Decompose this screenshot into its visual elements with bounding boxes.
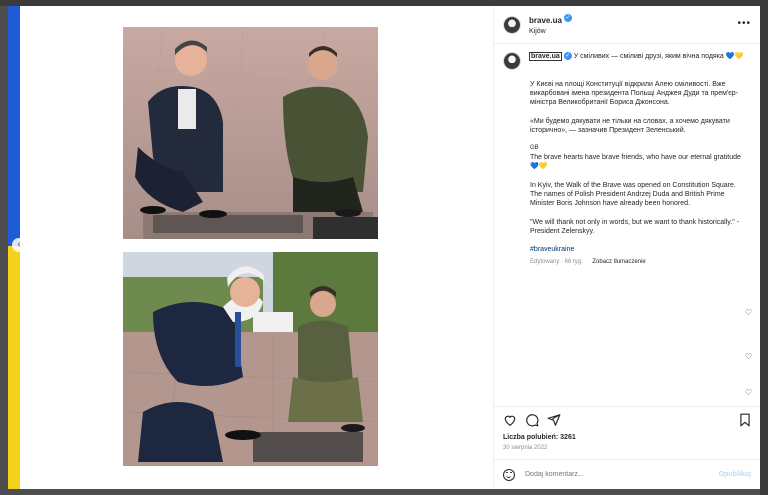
more-options-icon[interactable]: ••• bbox=[737, 18, 751, 29]
caption-paragraph-en-1: The brave hearts have brave friends, who… bbox=[530, 154, 741, 170]
caption-lang-tag: GB bbox=[530, 145, 539, 151]
emoji-smiley-icon[interactable] bbox=[503, 468, 515, 481]
caption-avatar[interactable] bbox=[503, 52, 521, 70]
caption-paragraph-ua-1: У Києві на площі Конституції відкрили Ал… bbox=[530, 81, 739, 106]
caption-paragraph-en-2: In Kyiv, the Walk of the Brave was opene… bbox=[530, 182, 736, 207]
hashtag-link[interactable]: #braveukraine bbox=[530, 246, 751, 253]
post-media bbox=[20, 6, 493, 489]
post-comment-button[interactable]: Opublikuj bbox=[719, 471, 751, 478]
see-translation-link[interactable]: Zobacz tłumaczenie bbox=[592, 259, 645, 265]
edited-time: Edytowany · 66 tyg. bbox=[530, 259, 583, 265]
share-send-icon[interactable] bbox=[547, 413, 561, 427]
photo-johnson-zelensky bbox=[123, 252, 378, 466]
post-date: 30 sierpnia 2022 bbox=[503, 445, 548, 451]
post-side-panel: brave.ua ✓ Kijów ••• brave.ua ✓ У сміливих… bbox=[493, 6, 760, 489]
action-bar bbox=[494, 406, 760, 432]
caption-intro: brave.ua ✓ У сміливих — сміливі друзі, як… bbox=[529, 52, 744, 61]
bookmark-icon[interactable] bbox=[739, 413, 751, 427]
comment-bubble-icon[interactable] bbox=[525, 413, 539, 427]
verified-badge-icon: ✓ bbox=[563, 52, 572, 61]
comment-composer: Opublikuj bbox=[494, 459, 760, 489]
caption-first-text: У сміливих — сміливі друзі, яким вічна п… bbox=[573, 53, 744, 60]
flag-blue-stripe bbox=[8, 6, 20, 246]
right-edge bbox=[760, 0, 768, 495]
flag-yellow-stripe bbox=[8, 246, 20, 489]
comment-like-heart-icon[interactable]: ♡ bbox=[745, 352, 752, 361]
like-heart-icon[interactable] bbox=[503, 413, 517, 427]
comments-section[interactable]: brave.ua ✓ У сміливих — сміливі друзі, як… bbox=[494, 44, 760, 406]
comment-input[interactable] bbox=[525, 471, 719, 478]
location-link[interactable]: Kijów bbox=[529, 26, 572, 37]
caption-username[interactable]: brave.ua bbox=[529, 52, 562, 61]
header-username[interactable]: brave.ua bbox=[529, 16, 562, 25]
caption-paragraph-ua-2: «Ми будемо дякувати не тільки на словах,… bbox=[530, 118, 730, 134]
header-text: brave.ua ✓ Kijów bbox=[529, 13, 572, 37]
photo-duda-zelensky bbox=[123, 27, 378, 239]
comment-like-heart-icon[interactable]: ♡ bbox=[745, 388, 752, 397]
likes-count[interactable]: Liczba polubień: 3261 bbox=[494, 434, 760, 441]
avatar[interactable] bbox=[503, 15, 521, 34]
caption-meta: Edytowany · 66 tyg. Zobacz tłumaczenie bbox=[530, 259, 751, 265]
post-modal: brave.ua ✓ Kijów ••• brave.ua ✓ У сміливих… bbox=[20, 6, 760, 489]
previous-post-arrow-icon[interactable]: ‹ bbox=[12, 238, 26, 252]
caption-paragraph-en-3: "We will thank not only in words, but we… bbox=[530, 219, 739, 235]
comment-like-heart-icon[interactable]: ♡ bbox=[745, 308, 752, 317]
verified-badge-icon: ✓ bbox=[563, 14, 572, 23]
caption-first-line: brave.ua ✓ У сміливих — сміливі друзі, як… bbox=[503, 52, 751, 70]
post-header: brave.ua ✓ Kijów ••• bbox=[494, 6, 760, 44]
